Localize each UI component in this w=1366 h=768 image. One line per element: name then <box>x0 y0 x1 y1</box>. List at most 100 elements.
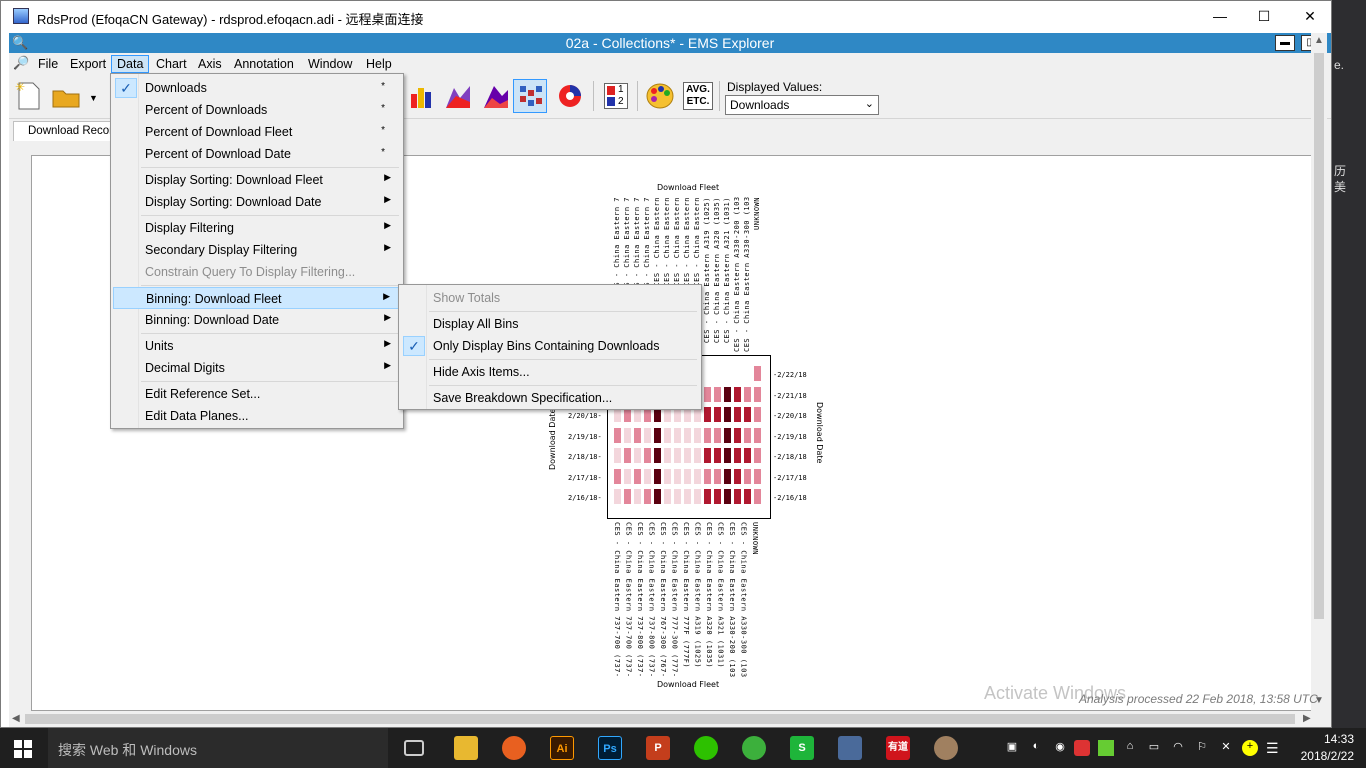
open-folder-icon[interactable] <box>49 79 83 113</box>
heatmap-cell[interactable] <box>744 386 751 402</box>
heatmap-cell[interactable] <box>734 407 741 422</box>
heatmap-cell[interactable] <box>684 427 691 443</box>
heatmap-cell[interactable] <box>634 448 641 463</box>
menu-item-secondary-display-filtering[interactable]: Secondary Display Filtering ▶ <box>113 239 401 261</box>
submenu-item-only-display-bins-containing-downloads[interactable]: ✓ Only Display Bins Containing Downloads <box>401 335 699 357</box>
heatmap-cell[interactable] <box>714 427 721 443</box>
heatmap-cell[interactable] <box>704 427 711 443</box>
new-document-icon[interactable]: ✳ <box>11 79 45 113</box>
menu-file[interactable]: File <box>33 56 63 74</box>
app-minimize-button[interactable]: ▬ <box>1275 35 1295 51</box>
heatmap-cell[interactable] <box>734 386 741 402</box>
minimize-button[interactable]: — <box>1197 1 1243 31</box>
tray-chinese-icon[interactable]: ⌂ <box>1122 740 1138 756</box>
heatmap-cell[interactable] <box>754 366 761 381</box>
heatmap-cell[interactable] <box>754 407 761 422</box>
heatmap-cell[interactable] <box>714 489 721 504</box>
clock-time[interactable]: 14:33 <box>1324 732 1354 746</box>
menu-window[interactable]: Window <box>303 56 357 74</box>
heatmap-cell[interactable] <box>694 468 701 484</box>
wifi-icon[interactable]: ◠ <box>1170 740 1186 756</box>
close-button[interactable]: ✕ <box>1287 1 1333 31</box>
heatmap-cell[interactable] <box>754 448 761 463</box>
heatmap-cell[interactable] <box>744 427 751 443</box>
open-dropdown-icon[interactable]: ▼ <box>89 93 98 103</box>
legend-icon[interactable]: 1 2 <box>599 79 633 113</box>
heatmap-cell[interactable] <box>684 448 691 463</box>
pie-chart-icon[interactable] <box>553 79 587 113</box>
menu-item-edit-reference-set[interactable]: Edit Reference Set... <box>113 383 401 405</box>
wechat-icon[interactable] <box>694 736 718 760</box>
heatmap-cell[interactable] <box>644 427 651 443</box>
scroll-left-icon[interactable]: ◀ <box>12 713 20 724</box>
menu-item-percent-of-download-fleet[interactable]: Percent of Download Fleet * <box>113 121 401 143</box>
heatmap-cell[interactable] <box>634 489 641 504</box>
heatmap-cell[interactable] <box>744 468 751 484</box>
heatmap-cell[interactable] <box>714 386 721 402</box>
scroll-up-icon[interactable]: ▲ <box>1314 35 1324 46</box>
menu-item-edit-data-planes[interactable]: Edit Data Planes... <box>113 405 401 427</box>
heatmap-cell[interactable] <box>614 468 621 484</box>
heatmap-cell[interactable] <box>614 448 621 463</box>
360-security-icon[interactable] <box>742 736 766 760</box>
heatmap-cell[interactable] <box>654 489 661 504</box>
submenu-item-display-all-bins[interactable]: Display All Bins <box>401 313 699 335</box>
heatmap-chart-icon[interactable] <box>513 79 547 113</box>
heatmap-cell[interactable] <box>694 427 701 443</box>
displayed-values-select[interactable]: Downloads ⌄ <box>725 95 879 115</box>
powerpoint-icon[interactable]: P <box>646 736 670 760</box>
menu-item-decimal-digits[interactable]: Decimal Digits ▶ <box>113 357 401 379</box>
heatmap-cell[interactable] <box>654 468 661 484</box>
heatmap-cell[interactable] <box>624 489 631 504</box>
heatmap-cell[interactable] <box>614 427 621 443</box>
vertical-scroll-thumb[interactable] <box>1314 53 1324 619</box>
maximize-button[interactable]: ☐ <box>1241 1 1287 31</box>
menu-annotation[interactable]: Annotation <box>229 56 299 74</box>
heatmap-cell[interactable] <box>724 427 731 443</box>
heatmap-cell[interactable] <box>704 489 711 504</box>
heatmap-cell[interactable] <box>724 407 731 422</box>
menu-chart[interactable]: Chart <box>151 56 192 74</box>
tray-box-icon[interactable]: ▣ <box>1004 740 1020 756</box>
heatmap-cell[interactable] <box>664 448 671 463</box>
heatmap-cell[interactable] <box>704 407 711 422</box>
heatmap-cell[interactable] <box>724 448 731 463</box>
heatmap-cell[interactable] <box>744 448 751 463</box>
heatmap-cell[interactable] <box>704 386 711 402</box>
wps-icon[interactable]: S <box>790 736 814 760</box>
heatmap-cell[interactable] <box>694 489 701 504</box>
statistics-button[interactable]: AVG. ETC. <box>681 79 715 113</box>
youdao-icon[interactable]: 有道 <box>886 736 910 760</box>
heatmap-cell[interactable] <box>644 448 651 463</box>
taskbar-search[interactable]: 搜索 Web 和 Windows <box>48 728 388 768</box>
tray-feather-icon[interactable]: ◐ <box>1028 740 1044 756</box>
heatmap-cell[interactable] <box>754 489 761 504</box>
menu-help[interactable]: Help <box>361 56 397 74</box>
menu-export[interactable]: Export <box>65 56 111 74</box>
magnifier-icon[interactable]: 🔎 <box>13 55 29 71</box>
tray-notification-badge-icon[interactable] <box>1074 740 1090 756</box>
volume-muted-icon[interactable]: ✕ <box>1218 740 1234 756</box>
heatmap-cell[interactable] <box>674 489 681 504</box>
heatmap-cell[interactable] <box>694 448 701 463</box>
heatmap-cell[interactable] <box>704 448 711 463</box>
bar3d-chart-icon[interactable] <box>405 79 439 113</box>
heatmap-cell[interactable] <box>684 468 691 484</box>
menu-item-binning-download-fleet[interactable]: Binning: Download Fleet ▶ <box>113 287 401 309</box>
remote-desktop-taskbar-icon[interactable] <box>838 736 862 760</box>
heatmap-cell[interactable] <box>634 427 641 443</box>
heatmap-cell[interactable] <box>744 489 751 504</box>
heatmap-cell[interactable] <box>634 468 641 484</box>
heatmap-cell[interactable] <box>644 468 651 484</box>
heatmap-cell[interactable] <box>704 468 711 484</box>
heatmap-cell[interactable] <box>734 468 741 484</box>
heatmap-cell[interactable] <box>724 386 731 402</box>
heatmap-cell[interactable] <box>724 489 731 504</box>
menu-item-percent-of-downloads[interactable]: Percent of Downloads * <box>113 99 401 121</box>
battery-icon[interactable]: ▭ <box>1146 740 1162 756</box>
clock-date[interactable]: 2018/2/22 <box>1301 749 1354 763</box>
tray-nvidia-icon[interactable] <box>1098 740 1114 756</box>
surface-chart-icon[interactable] <box>479 79 513 113</box>
tray-app-icon[interactable]: ◉ <box>1052 740 1068 756</box>
area3d-chart-icon[interactable] <box>441 79 475 113</box>
